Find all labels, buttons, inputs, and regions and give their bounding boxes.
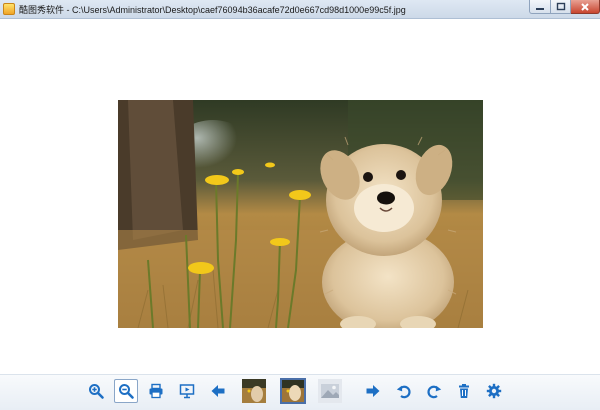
bottom-toolbar (0, 374, 600, 410)
thumbnail-current[interactable] (280, 378, 306, 404)
delete-button[interactable] (452, 379, 476, 403)
maximize-button[interactable] (551, 0, 571, 14)
delete-icon (459, 384, 469, 398)
next-image-button[interactable] (361, 379, 385, 403)
rotate-right-button[interactable] (422, 379, 446, 403)
app-icon (3, 3, 15, 15)
displayed-photo[interactable] (118, 100, 483, 328)
zoom-in-button[interactable] (84, 379, 108, 403)
zoom-in-icon (89, 384, 104, 399)
print-button[interactable] (144, 379, 168, 403)
print-icon (149, 383, 163, 399)
thumbnail-next-placeholder[interactable] (318, 379, 342, 403)
rotate-right-icon (427, 385, 442, 399)
title-bar: 酷图秀软件 - C:\Users\Administrator\Desktop\c… (0, 0, 600, 19)
window-title: 酷图秀软件 - C:\Users\Administrator\Desktop\c… (19, 5, 406, 15)
thumbnail-previous[interactable] (242, 379, 266, 403)
settings-button[interactable] (482, 379, 506, 403)
previous-image-button[interactable] (206, 379, 230, 403)
rotate-left-icon (396, 385, 411, 399)
slideshow-button[interactable] (175, 379, 199, 403)
slideshow-icon (179, 384, 195, 399)
rotate-left-button[interactable] (392, 379, 416, 403)
zoom-out-icon (119, 384, 134, 399)
arrow-left-icon (211, 385, 225, 397)
zoom-out-button[interactable] (114, 379, 138, 403)
close-button[interactable] (571, 0, 600, 14)
minimize-button[interactable] (529, 0, 551, 14)
settings-gear-icon (486, 383, 502, 399)
image-canvas[interactable] (0, 19, 600, 374)
arrow-right-icon (366, 385, 380, 397)
